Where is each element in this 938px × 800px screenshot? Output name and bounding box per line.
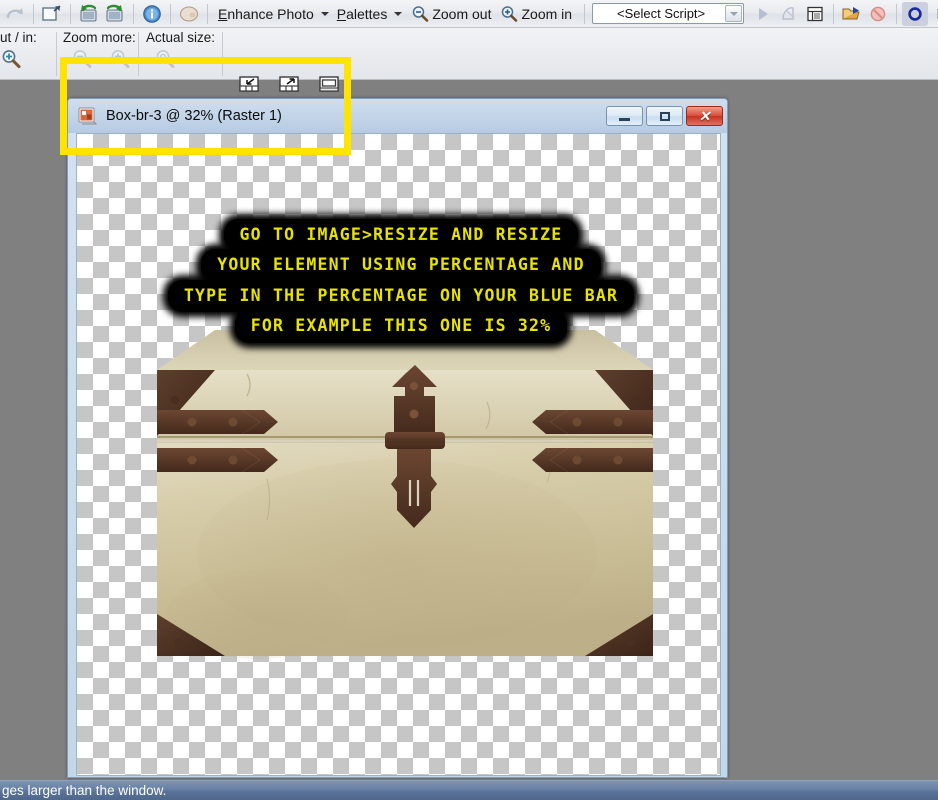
zoom-in-button[interactable]: Zoom in (499, 2, 574, 26)
overlay-line-4: FOR EXAMPLE THIS ONE IS 32% (234, 310, 568, 343)
overlay-line-1: GO TO IMAGE>RESIZE AND RESIZE (223, 219, 579, 252)
pause-script-icon[interactable] (928, 2, 938, 26)
toolbar-separator (584, 3, 586, 24)
overlay-line-2: YOUR ELEMENT USING PERCENTAGE AND (201, 249, 601, 282)
zoom-in-magnifier-icon[interactable] (0, 47, 24, 71)
full-screen-preview-icon[interactable] (316, 72, 342, 96)
image-document-window[interactable]: Box-br-3 @ 32% (Raster 1) ✕ GO TO IMAGE>… (67, 98, 728, 778)
crop-icon[interactable] (39, 2, 65, 26)
actual-size-group: Actual size: (146, 30, 215, 71)
menu-enhance-photo[interactable]: Enhance Photo (216, 2, 335, 26)
minimize-button[interactable] (606, 106, 643, 126)
status-bar: ges larger than the window. (0, 780, 938, 800)
actual-size-label: Actual size: (146, 30, 216, 45)
zoom-more-out-icon[interactable] (63, 47, 101, 71)
document-titlebar[interactable]: Box-br-3 @ 32% (Raster 1) ✕ (68, 99, 727, 133)
application-window: Enhance Photo Palettes Zoom out Zoom in … (0, 0, 938, 800)
toolbar-separator (133, 3, 134, 24)
toolbar-separator (896, 3, 898, 24)
toolbar-separator (170, 3, 171, 24)
maximize-button[interactable] (646, 106, 683, 126)
toolbar-separator (138, 32, 139, 76)
menu-palettes[interactable]: Palettes (335, 2, 409, 26)
chevron-down-icon (320, 11, 329, 16)
zoom-out-label: Zoom out (432, 5, 492, 22)
toolbar-separator (222, 32, 223, 76)
toolbar-separator (833, 3, 835, 24)
toolbar-separator (207, 3, 208, 24)
close-button[interactable]: ✕ (686, 106, 723, 126)
script-editor-icon[interactable] (802, 2, 828, 26)
image-canvas[interactable]: GO TO IMAGE>RESIZE AND RESIZE YOUR ELEME… (76, 133, 721, 776)
actual-size-icon[interactable] (152, 47, 178, 71)
chevron-down-icon (394, 11, 403, 16)
chevron-down-icon[interactable] (725, 5, 743, 22)
treasure-chest-image (97, 324, 707, 704)
toolbar-separator (56, 32, 57, 76)
zoom-in-label: Zoom in (521, 5, 573, 22)
zoom-more-in-icon[interactable] (101, 47, 139, 71)
fit-to-window-icon[interactable] (236, 72, 262, 96)
menu-enhance-photo-label: Enhance Photo (218, 5, 314, 22)
open-script-icon[interactable] (839, 2, 865, 26)
fit-image-to-window-icon[interactable] (276, 72, 302, 96)
redo-icon[interactable] (2, 2, 28, 26)
edit-script-icon[interactable] (776, 2, 802, 26)
rotate-left-icon[interactable] (76, 2, 102, 26)
script-select[interactable]: <Select Script> (592, 3, 745, 24)
script-select-value: <Select Script> (616, 6, 706, 21)
zoom-out-in-label: ut / in: (0, 30, 37, 45)
zoom-in-icon (499, 2, 519, 26)
image-document-icon (78, 107, 98, 125)
toolbar-separator (33, 3, 34, 24)
status-bar-text: ges larger than the window. (2, 783, 167, 798)
menu-palettes-label: Palettes (336, 5, 388, 22)
zoom-more-label: Zoom more: (63, 30, 136, 45)
zoom-out-icon (410, 2, 430, 26)
document-title: Box-br-3 @ 32% (Raster 1) (106, 108, 282, 124)
zoom-more-group: Zoom more: (63, 30, 139, 71)
instruction-text-overlay: GO TO IMAGE>RESIZE AND RESIZE YOUR ELEME… (151, 219, 651, 343)
run-script-icon[interactable] (750, 2, 776, 26)
info-icon[interactable] (139, 2, 165, 26)
toolbar-separator (70, 3, 71, 24)
rotate-right-icon[interactable] (102, 2, 128, 26)
stop-script-icon[interactable] (865, 2, 891, 26)
overlay-line-3: TYPE IN THE PERCENTAGE ON YOUR BLUE BAR (167, 279, 635, 313)
record-script-icon[interactable] (902, 1, 929, 26)
zoom-out-button[interactable]: Zoom out (410, 2, 493, 26)
palette-icon[interactable] (176, 2, 202, 26)
main-toolbar: Enhance Photo Palettes Zoom out Zoom in … (0, 0, 938, 28)
zoom-out-in-group: ut / in: (0, 30, 37, 71)
close-icon: ✕ (698, 108, 711, 124)
zoom-toolbar: ut / in: Zoom more: Actual size: (0, 28, 938, 92)
